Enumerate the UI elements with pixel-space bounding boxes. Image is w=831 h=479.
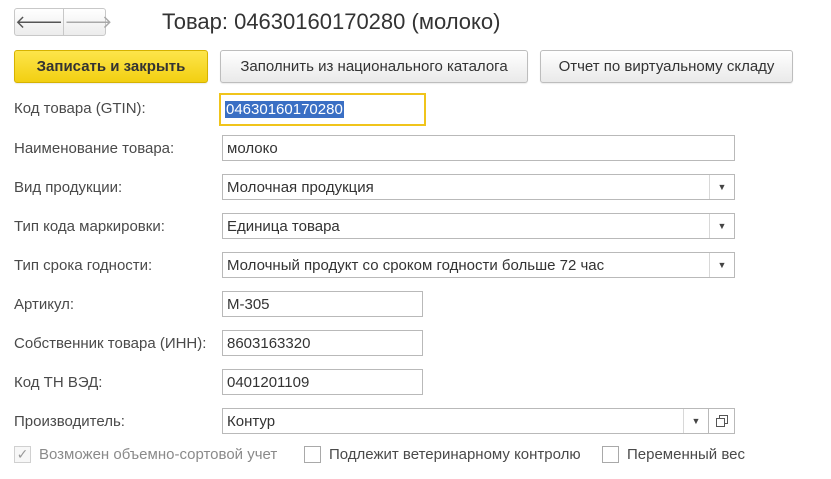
owner-inn-field[interactable]: 8603163320	[222, 330, 423, 356]
marking-code-type-value: Единица товара	[227, 217, 340, 235]
fill-from-catalog-button[interactable]: Заполнить из национального каталога	[220, 50, 528, 83]
article-label: Артикул:	[14, 296, 75, 313]
checkbox-empty-icon	[602, 446, 619, 463]
gtin-value: 04630160170280	[225, 101, 344, 118]
marking-code-type-select[interactable]: Единица товара ▼	[222, 213, 735, 239]
shelf-life-type-label: Тип срока годности:	[14, 257, 153, 274]
owner-inn-value: 8603163320	[227, 334, 311, 352]
manufacturer-select[interactable]: Контур ▼	[222, 408, 709, 434]
open-manufacturer-button[interactable]	[709, 408, 735, 434]
arrow-left-icon: 🡐	[15, 11, 64, 32]
gtin-field[interactable]: 04630160170280	[219, 93, 426, 126]
chevron-down-icon[interactable]: ▼	[709, 214, 734, 238]
product-type-select[interactable]: Молочная продукция ▼	[222, 174, 735, 200]
virtual-warehouse-report-button[interactable]: Отчет по виртуальному складу	[540, 50, 793, 83]
shelf-life-type-select[interactable]: Молочный продукт со сроком годности боль…	[222, 252, 735, 278]
tnved-field[interactable]: 0401201109	[222, 369, 423, 395]
variable-weight-checkbox[interactable]: Переменный вес	[602, 446, 745, 463]
volume-sort-checkbox[interactable]: ✓ Возможен объемно-сортовой учет	[14, 446, 277, 463]
open-form-icon	[715, 415, 728, 427]
name-value: молоко	[227, 139, 278, 157]
chevron-down-icon[interactable]: ▼	[683, 409, 708, 433]
variable-weight-label: Переменный вес	[627, 446, 746, 463]
article-value: М-305	[227, 295, 270, 313]
volume-sort-label: Возможен объемно-сортовой учет	[39, 446, 278, 463]
product-type-label: Вид продукции:	[14, 179, 123, 196]
chevron-down-icon[interactable]: ▼	[709, 175, 734, 199]
manufacturer-value: Контур	[227, 412, 276, 430]
shelf-life-type-value: Молочный продукт со сроком годности боль…	[227, 256, 605, 274]
chevron-down-icon[interactable]: ▼	[709, 253, 734, 277]
nav-buttons: 🡐 🡒	[14, 8, 113, 36]
forward-button[interactable]: 🡒	[63, 9, 113, 35]
page-title: Товар: 04630160170280 (молоко)	[162, 9, 501, 34]
name-label: Наименование товара:	[14, 140, 175, 157]
tnved-label: Код ТН ВЭД:	[14, 374, 103, 391]
vet-control-checkbox[interactable]: Подлежит ветеринарному контролю	[304, 446, 581, 463]
back-button[interactable]: 🡐	[15, 9, 63, 35]
vet-control-label: Подлежит ветеринарному контролю	[329, 446, 581, 463]
save-and-close-button[interactable]: Записать и закрыть	[14, 50, 208, 83]
arrow-right-icon: 🡒	[64, 11, 113, 32]
tnved-value: 0401201109	[227, 373, 310, 391]
gtin-label: Код товара (GTIN):	[14, 100, 146, 117]
checkbox-empty-icon	[304, 446, 321, 463]
marking-code-type-label: Тип кода маркировки:	[14, 218, 165, 235]
product-type-value: Молочная продукция	[227, 178, 374, 196]
checkmark-icon: ✓	[14, 446, 31, 463]
name-field[interactable]: молоко	[222, 135, 735, 161]
owner-inn-label: Собственник товара (ИНН):	[14, 335, 207, 352]
manufacturer-label: Производитель:	[14, 413, 125, 430]
article-field[interactable]: М-305	[222, 291, 423, 317]
product-form-window: 🡐 🡒 Товар: 04630160170280 (молоко) Запис…	[0, 0, 831, 479]
